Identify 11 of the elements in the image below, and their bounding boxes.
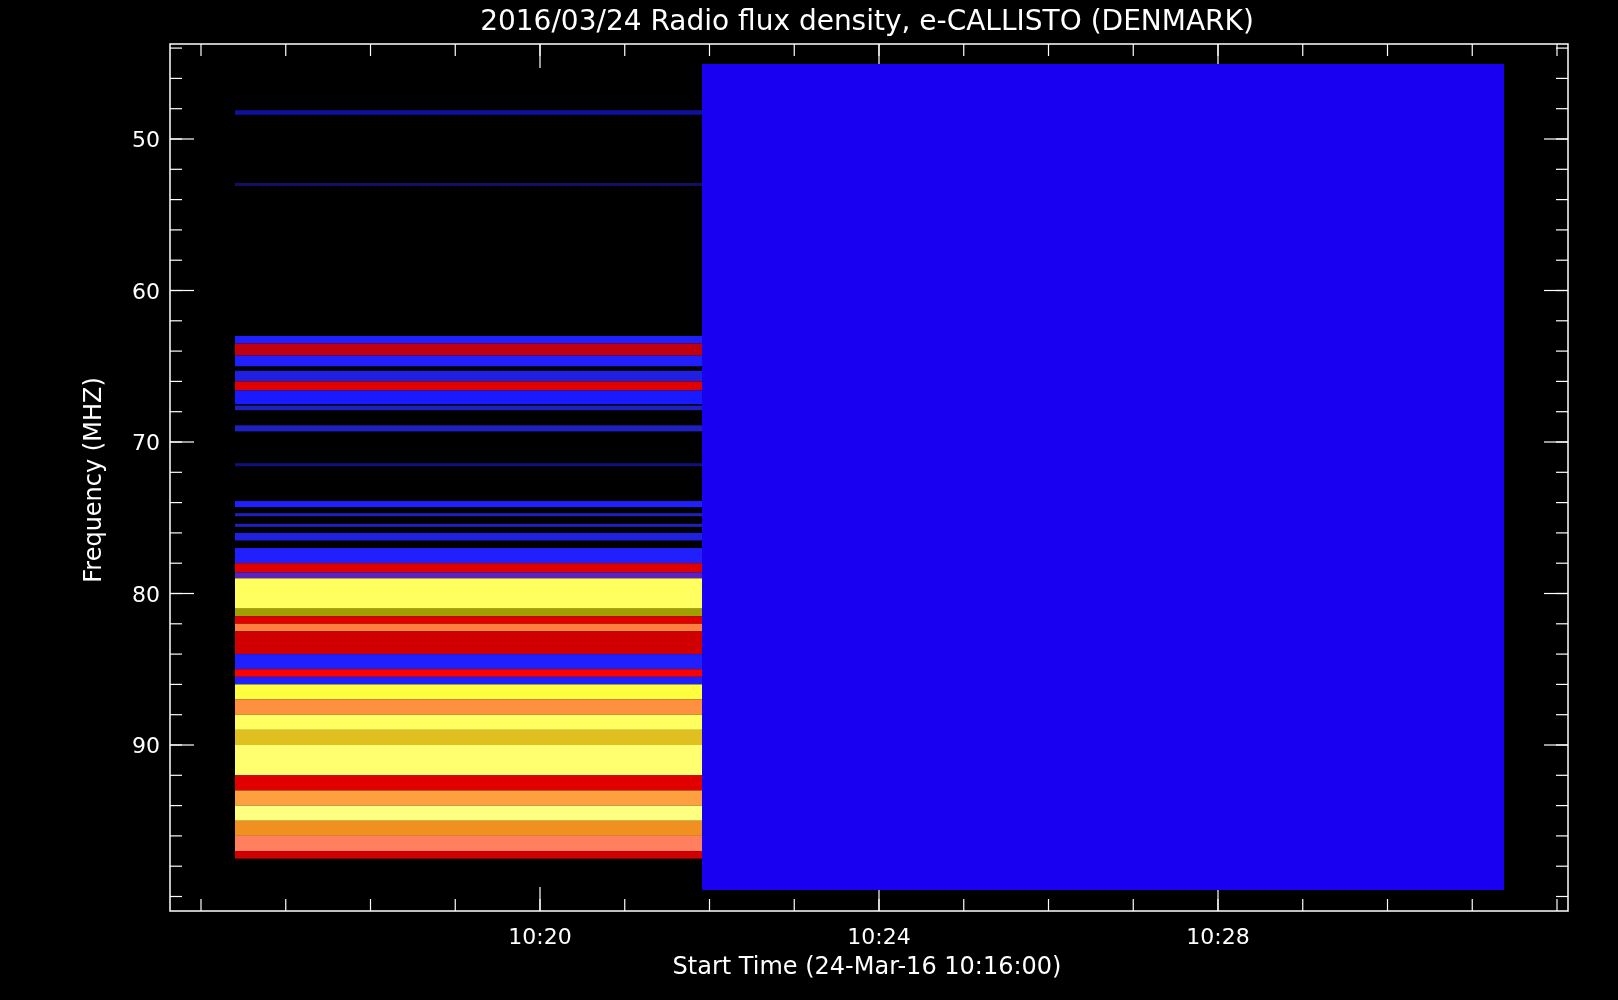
y-tick-label: 60	[132, 278, 160, 304]
x-tick-label: 10:28	[1186, 924, 1250, 949]
x-tick-label: 10:20	[508, 924, 572, 949]
y-tick-label: 70	[132, 430, 160, 455]
y-tick-label: 90	[132, 733, 160, 758]
x-axis-label: Start Time (24-Mar-16 10:16:00)	[672, 952, 1062, 980]
y-tick-label: 50	[132, 127, 160, 152]
x-tick-label: 10:24	[847, 924, 911, 949]
y-axis-label: Frequency (MHZ)	[79, 377, 107, 583]
y-tick-label: 80	[132, 581, 160, 607]
plot-title: 2016/03/24 Radio flux density, e-CALLISTO (DENMARK)	[480, 4, 1254, 37]
